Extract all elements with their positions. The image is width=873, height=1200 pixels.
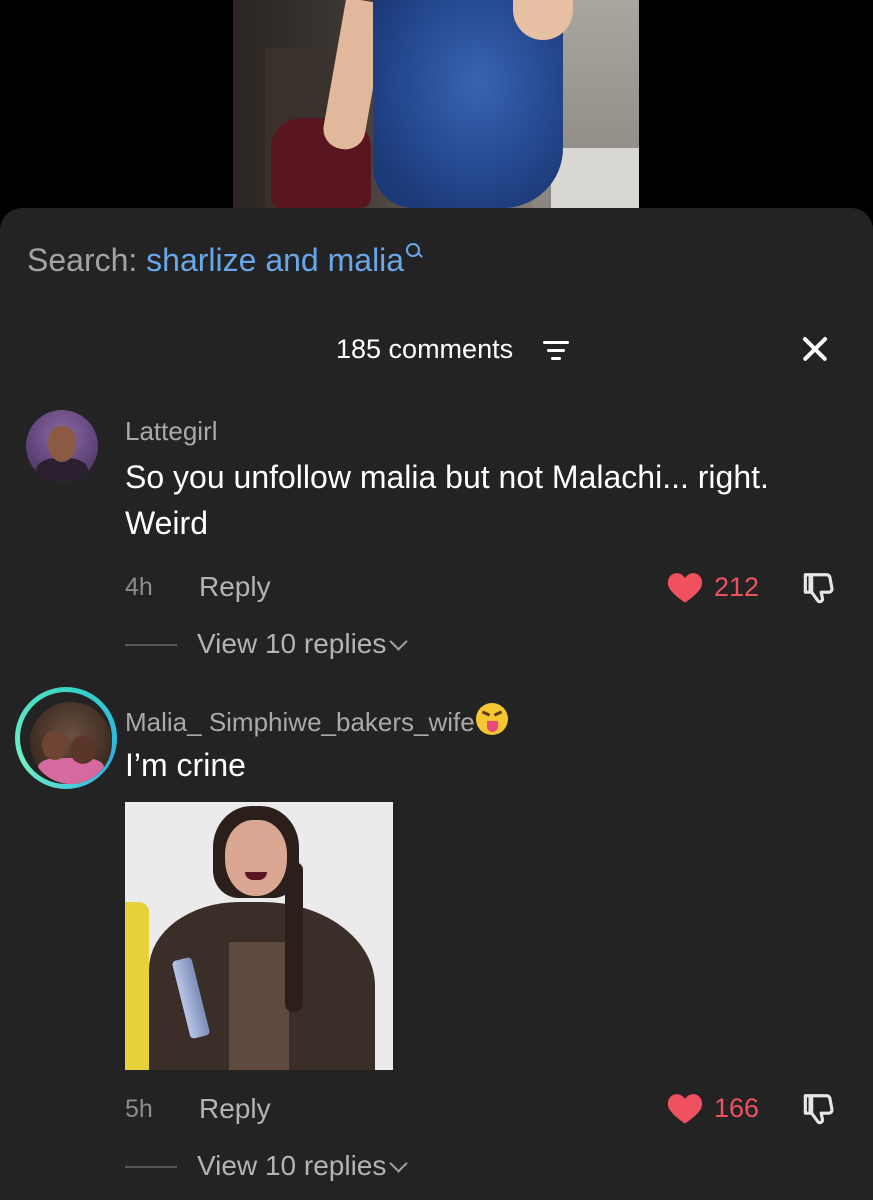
dislike-button[interactable]: [799, 1091, 837, 1129]
search-term-link[interactable]: sharlize and malia: [146, 242, 404, 278]
search-suggestion[interactable]: Search: sharlize and malia: [27, 242, 423, 279]
comment-count: 185 comments: [336, 334, 514, 364]
dislike-icon: [803, 1094, 834, 1125]
chevron-down-icon: [389, 1154, 409, 1173]
chevron-down-icon: [389, 632, 409, 651]
like-button[interactable]: 212: [666, 570, 766, 606]
video-preview-area: [0, 0, 873, 215]
dislike-icon: [803, 573, 834, 604]
tongue-emoji-icon: [475, 703, 508, 735]
replies-divider: [125, 1166, 177, 1168]
avatar[interactable]: [26, 410, 98, 482]
comment-username-text: Malia_ Simphiwe_bakers_wife: [125, 707, 475, 737]
avatar[interactable]: [30, 702, 112, 784]
search-prefix: Search:: [27, 242, 138, 278]
comment-username[interactable]: Lattegirl: [125, 416, 218, 447]
heart-icon: [667, 1094, 703, 1124]
video-bg-bed: [551, 148, 639, 208]
view-replies-label: View 10 replies: [197, 1150, 387, 1181]
comment-time: 5h: [125, 1095, 153, 1123]
like-button[interactable]: 166: [666, 1091, 766, 1127]
view-replies-label: View 10 replies: [197, 628, 387, 659]
reply-button[interactable]: Reply: [199, 1093, 271, 1125]
close-icon: [796, 330, 834, 368]
dislike-button[interactable]: [799, 570, 837, 608]
view-replies-link[interactable]: View 10 replies: [197, 1150, 409, 1182]
comment-time: 4h: [125, 573, 153, 601]
comment-text: So you unfollow malia but not Malachi...…: [125, 454, 769, 546]
heart-icon: [667, 573, 703, 603]
sort-icon[interactable]: [543, 341, 569, 361]
video-thumbnail[interactable]: [233, 0, 639, 208]
comment-text-line: Weird: [125, 505, 208, 541]
search-icon: [406, 243, 423, 259]
like-count: 212: [714, 572, 760, 602]
view-replies-link[interactable]: View 10 replies: [197, 628, 409, 660]
comment-text-line: So you unfollow malia but not Malachi...…: [125, 459, 769, 495]
close-button[interactable]: [796, 330, 834, 368]
like-count: 166: [714, 1093, 760, 1123]
reply-button[interactable]: Reply: [199, 571, 271, 603]
comment-username[interactable]: Malia_ Simphiwe_bakers_wife: [125, 703, 508, 738]
comment-text: I’m crine: [125, 747, 246, 783]
gif-attachment[interactable]: [125, 802, 393, 1070]
comments-header: 185 comments: [0, 330, 873, 370]
avatar-story-ring[interactable]: [15, 687, 117, 789]
replies-divider: [125, 644, 177, 646]
